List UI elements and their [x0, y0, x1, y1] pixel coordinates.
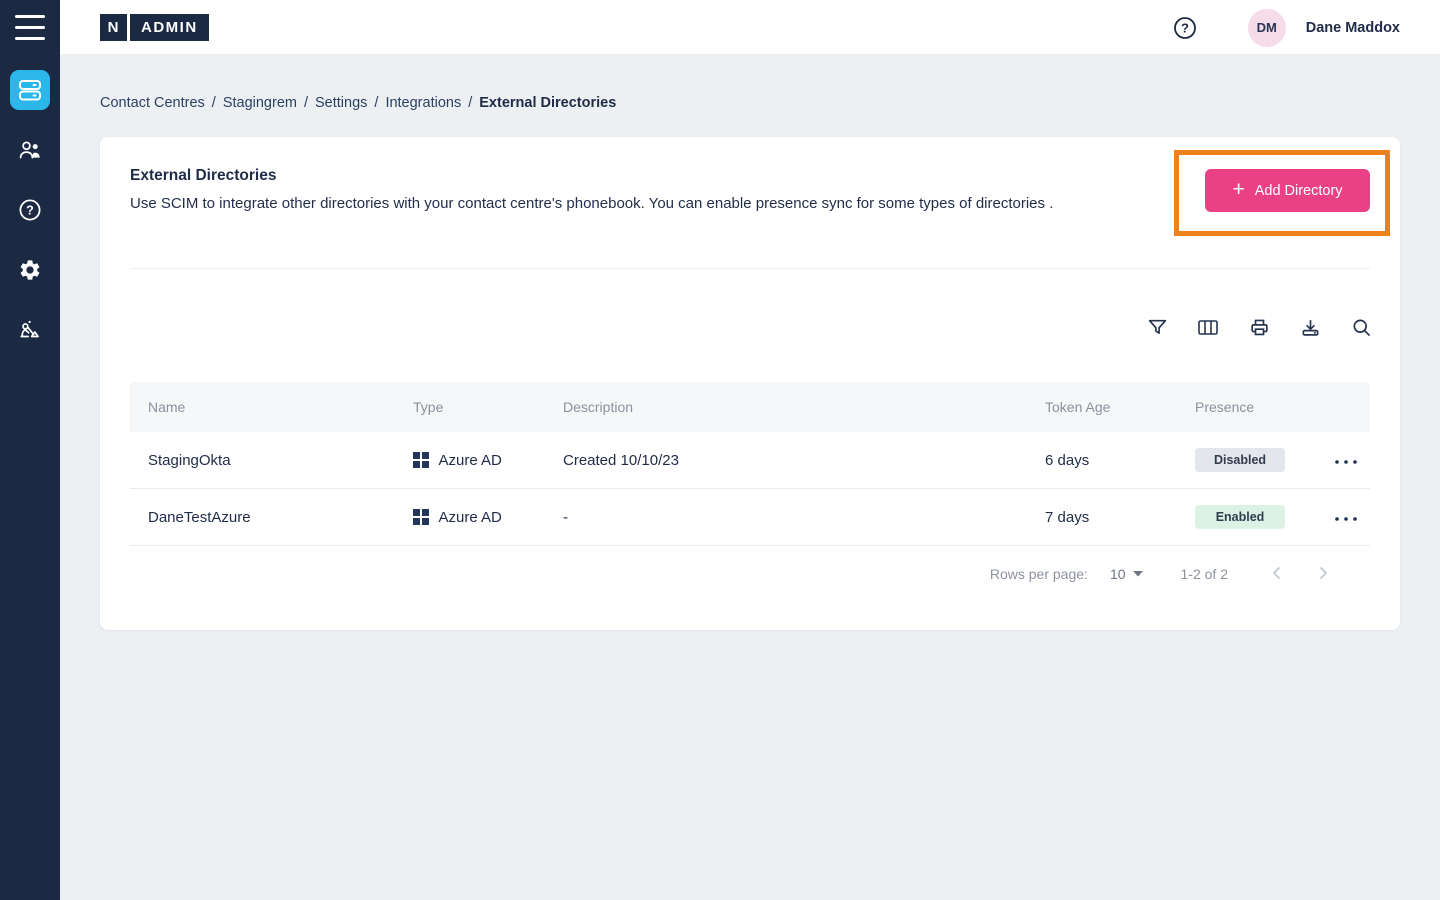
construction-worker-icon	[17, 319, 43, 343]
rows-per-page-select[interactable]: 10	[1110, 566, 1143, 582]
external-directories-card: External Directories Use SCIM to integra…	[100, 137, 1400, 630]
breadcrumb-stagingrem[interactable]: Stagingrem	[223, 95, 297, 111]
breadcrumb-current: External Directories	[479, 95, 616, 111]
help-button[interactable]: ?	[1172, 15, 1198, 41]
directories-table: Name Type Description Token Age Presence…	[130, 382, 1370, 546]
chevron-right-icon	[1315, 565, 1331, 581]
sidebar: ?	[0, 0, 60, 900]
app-logo: N ADMIN	[100, 14, 209, 41]
directory-description: Created 10/10/23	[545, 452, 1027, 469]
table-header-row: Name Type Description Token Age Presence	[130, 382, 1370, 432]
svg-text:?: ?	[1181, 20, 1189, 35]
download-button[interactable]	[1299, 317, 1321, 339]
directory-type: Azure AD	[395, 509, 545, 526]
main-content: Contact Centres / Stagingrem / Settings / Inte…	[60, 55, 1440, 900]
topbar: N ADMIN ? DM Dane Maddox	[60, 0, 1440, 55]
sidebar-item-settings[interactable]	[10, 250, 50, 290]
breadcrumb-contact-centres[interactable]: Contact Centres	[100, 95, 205, 111]
divider	[130, 268, 1370, 269]
add-directory-button[interactable]: + Add Directory	[1205, 169, 1370, 212]
next-page-button[interactable]	[1310, 561, 1336, 587]
chevron-left-icon	[1269, 565, 1285, 581]
users-icon	[17, 139, 43, 161]
table-toolbar	[1146, 317, 1372, 339]
user-avatar[interactable]: DM	[1248, 9, 1286, 47]
page-description: Use SCIM to integrate other directories …	[130, 195, 1053, 212]
directory-name: StagingOkta	[130, 452, 395, 469]
search-icon	[1351, 317, 1372, 338]
print-icon	[1249, 317, 1270, 338]
sidebar-item-labs[interactable]	[10, 311, 50, 351]
breadcrumb-integrations[interactable]: Integrations	[385, 95, 461, 111]
rows-per-page-label: Rows per page:	[990, 566, 1088, 582]
row-actions-button[interactable]	[1329, 506, 1363, 529]
presence-badge: Disabled	[1195, 448, 1285, 472]
row-actions-button[interactable]	[1329, 449, 1363, 472]
previous-page-button[interactable]	[1264, 561, 1290, 587]
download-icon	[1300, 317, 1321, 338]
search-button[interactable]	[1350, 317, 1372, 339]
svg-text:?: ?	[26, 203, 34, 217]
sidebar-item-directories[interactable]	[10, 70, 50, 110]
ellipsis-icon	[1334, 516, 1358, 522]
breadcrumb-separator: /	[212, 95, 216, 111]
topbar-right: ? DM Dane Maddox	[1172, 0, 1400, 55]
breadcrumb-settings[interactable]: Settings	[315, 95, 367, 111]
print-button[interactable]	[1248, 317, 1270, 339]
filter-icon	[1147, 317, 1168, 338]
breadcrumb: Contact Centres / Stagingrem / Settings / Inte…	[100, 95, 616, 111]
sidebar-item-help[interactable]: ?	[10, 190, 50, 230]
rows-per-page-value: 10	[1110, 566, 1126, 582]
gear-icon	[18, 258, 42, 282]
add-directory-label: Add Directory	[1255, 183, 1343, 199]
servers-icon	[17, 77, 43, 103]
column-header-type: Type	[395, 399, 545, 415]
pagination-range: 1-2 of 2	[1181, 566, 1228, 582]
directory-description: -	[545, 509, 1027, 526]
plus-icon: +	[1232, 179, 1244, 200]
token-age: 7 days	[1027, 509, 1177, 526]
token-age: 6 days	[1027, 452, 1177, 469]
chevron-down-icon	[1133, 571, 1143, 577]
pagination: Rows per page: 10 1-2 of 2	[990, 561, 1336, 587]
ellipsis-icon	[1334, 459, 1358, 465]
directory-name: DaneTestAzure	[130, 509, 395, 526]
logo-n-block: N	[100, 14, 127, 41]
user-name: Dane Maddox	[1306, 20, 1400, 36]
columns-icon	[1197, 317, 1219, 338]
help-icon: ?	[17, 197, 43, 223]
column-header-token-age: Token Age	[1027, 399, 1177, 415]
azure-ad-icon	[413, 509, 429, 525]
column-header-name: Name	[130, 399, 395, 415]
breadcrumb-separator: /	[374, 95, 378, 111]
presence-badge: Enabled	[1195, 505, 1285, 529]
app-window: ? N ADMIN	[0, 0, 1440, 900]
column-header-presence: Presence	[1177, 399, 1307, 415]
page-title: External Directories	[130, 167, 276, 185]
breadcrumb-separator: /	[468, 95, 472, 111]
azure-ad-icon	[413, 452, 429, 468]
directory-type-label: Azure AD	[439, 509, 502, 526]
table-row: StagingOkta Azure AD Created 10/10/23 6 …	[130, 432, 1370, 489]
columns-button[interactable]	[1197, 317, 1219, 339]
filter-button[interactable]	[1146, 317, 1168, 339]
directory-type: Azure AD	[395, 452, 545, 469]
breadcrumb-separator: /	[304, 95, 308, 111]
column-header-description: Description	[545, 399, 1027, 415]
table-row: DaneTestAzure Azure AD - 7 days Enabled	[130, 489, 1370, 546]
help-icon: ?	[1172, 15, 1198, 41]
sidebar-item-users[interactable]	[10, 130, 50, 170]
directory-type-label: Azure AD	[439, 452, 502, 469]
hamburger-menu-button[interactable]	[15, 15, 45, 40]
logo-admin-block: ADMIN	[130, 14, 209, 41]
